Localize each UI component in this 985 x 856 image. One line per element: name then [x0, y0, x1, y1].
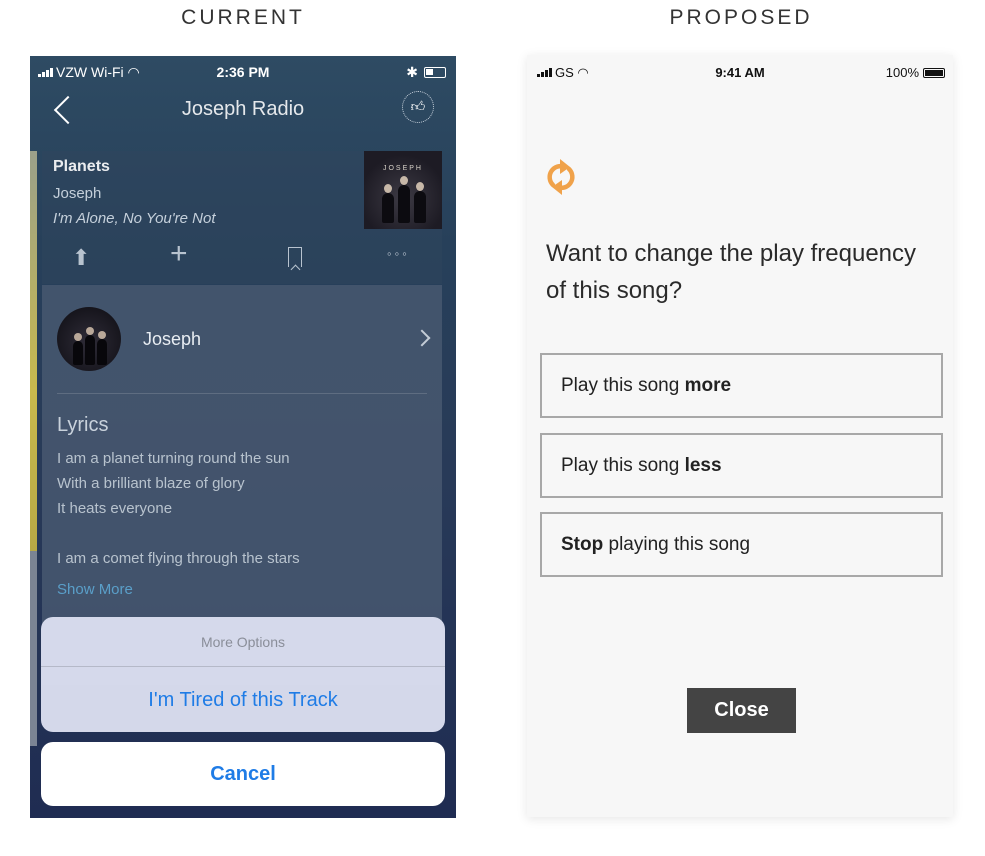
battery-icon [424, 67, 446, 78]
artist-name[interactable]: Joseph [143, 329, 201, 350]
avatar-figure [85, 327, 95, 365]
track-title: Planets [53, 158, 110, 175]
lyrics-heading: Lyrics [57, 414, 109, 436]
option-text: Play this song [561, 455, 685, 476]
tired-of-track-button[interactable]: I'm Tired of this Track [41, 668, 445, 732]
status-right: ✱ [406, 64, 446, 81]
add-icon[interactable]: + [170, 239, 188, 269]
divider [57, 393, 427, 394]
proposed-heading: PROPOSED [669, 6, 813, 29]
album-art-figure [414, 182, 426, 223]
previous-card-edge [30, 151, 37, 551]
option-text: playing this song [603, 534, 751, 555]
album-art-brand: JOSEPH [382, 165, 423, 172]
album-art-figure [382, 184, 394, 223]
option-emphasis: Stop [561, 534, 604, 555]
status-time: 2:36 PM [216, 64, 270, 80]
share-icon[interactable]: ⬆︎ [72, 247, 90, 269]
battery-percent: 100% [885, 65, 919, 80]
option-text: Play this song [561, 375, 685, 396]
option-emphasis: more [684, 375, 732, 396]
close-button[interactable]: Close [687, 688, 796, 733]
question-text: Want to change the play frequency of thi… [546, 240, 917, 304]
album-art[interactable]: JOSEPH [364, 151, 442, 229]
battery-icon [923, 67, 945, 78]
current-heading: CURRENT [181, 6, 305, 29]
avatar-figure [73, 333, 83, 365]
track-album: I'm Alone, No You're Not [53, 210, 216, 227]
bluetooth-icon: ✱ [406, 64, 418, 80]
cancel-button[interactable]: Cancel [41, 742, 445, 806]
option-emphasis: less [684, 455, 722, 476]
lyric-line: With a brilliant blaze of glory [57, 475, 245, 492]
bookmark-icon[interactable] [288, 247, 302, 267]
thumbs-up-icon[interactable]: 👍︎ [402, 91, 434, 123]
status-bar: VZW Wi-Fi ◠ 2:36 PM ✱ [30, 56, 456, 90]
action-sheet-title: More Options [41, 617, 445, 667]
proposed-phone-screen: GS ◠ 9:41 AM 100% Want to change the pla… [527, 55, 953, 817]
avatar-figure [97, 331, 107, 365]
action-sheet: More Options I'm Tired of this Track [41, 617, 445, 732]
status-right: 100% [886, 65, 945, 80]
show-more-link[interactable]: Show More [57, 581, 133, 598]
lyric-line: It heats everyone [57, 500, 173, 517]
page-title: Joseph Radio [181, 98, 305, 120]
nav-bar: Joseph Radio 👍︎ [30, 90, 456, 150]
status-bar: GS ◠ 9:41 AM 100% [527, 55, 953, 89]
avatar[interactable] [57, 307, 121, 371]
play-more-option[interactable]: Play this song more [540, 353, 943, 418]
track-info-card: Planets Joseph I'm Alone, No You're Not … [42, 151, 442, 284]
previous-card-edge-lower [30, 551, 37, 746]
lyric-line: I am a comet flying through the stars [57, 550, 300, 567]
more-icon[interactable]: ◦◦◦ [387, 243, 410, 265]
track-artist: Joseph [53, 185, 102, 202]
lyric-line: I am a planet turning round the sun [57, 450, 290, 467]
track-actions: ⬆︎ + ◦◦◦ [42, 239, 442, 279]
album-art-figure [398, 176, 410, 223]
play-less-option[interactable]: Play this song less [540, 433, 943, 498]
refresh-icon [547, 159, 575, 195]
chevron-right-icon[interactable] [413, 329, 431, 347]
current-phone-screen: VZW Wi-Fi ◠ 2:36 PM ✱ Joseph Radio 👍︎ Pl… [30, 56, 456, 818]
stop-playing-option[interactable]: Stop playing this song [540, 512, 943, 577]
